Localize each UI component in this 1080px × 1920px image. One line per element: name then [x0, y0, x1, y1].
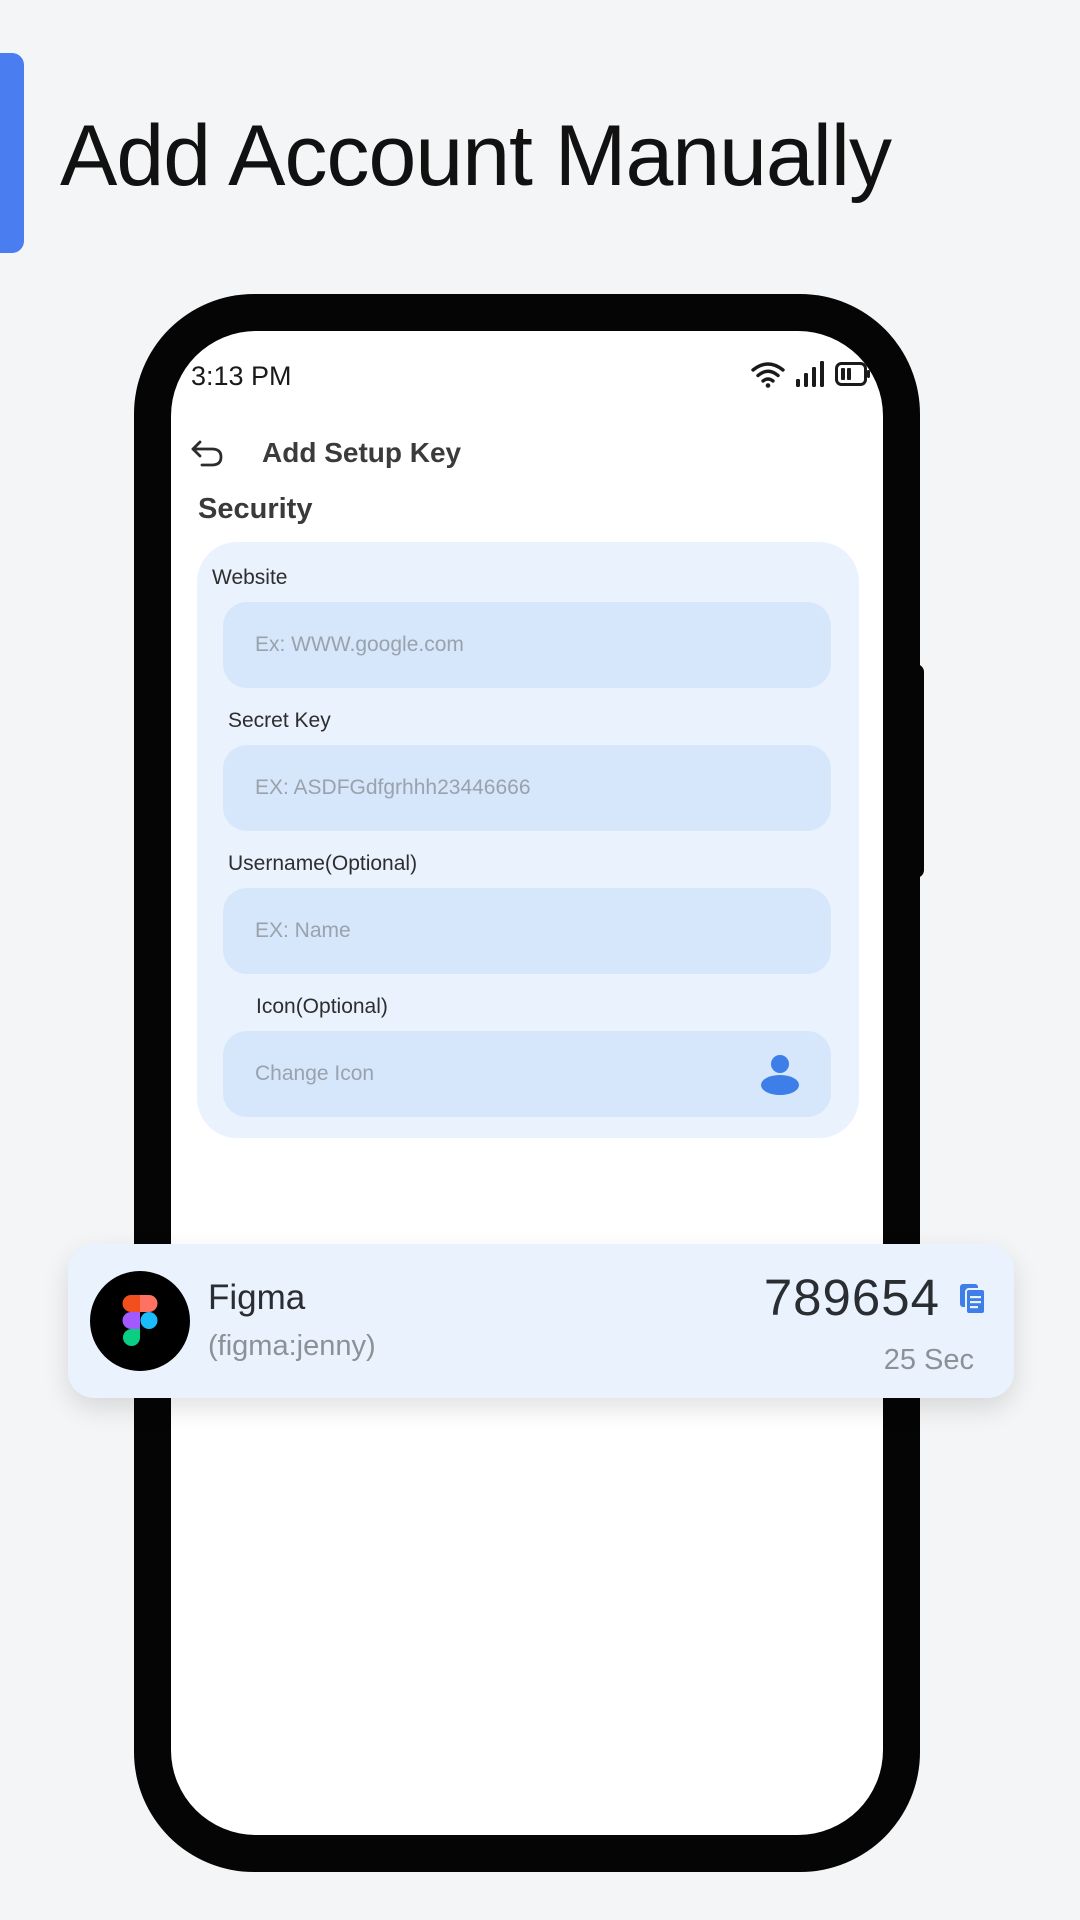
battery-icon — [835, 361, 871, 387]
app-header: Add Setup Key — [171, 423, 883, 493]
icon-label: Icon(Optional) — [256, 995, 388, 1018]
account-card[interactable]: Figma (figma:jenny) 789654 25 Sec — [68, 1244, 1014, 1398]
username-label: Username(Optional) — [228, 852, 418, 875]
user-icon[interactable] — [759, 1052, 801, 1096]
change-icon-field[interactable]: Change Icon — [223, 1031, 831, 1117]
otp-code: 789654 — [763, 1269, 940, 1326]
back-arrow-icon[interactable] — [187, 433, 227, 473]
section-title: Security — [198, 493, 313, 525]
website-label: Website — [212, 566, 288, 589]
website-placeholder: Ex: WWW.google.com — [255, 633, 464, 656]
status-bar: 3:13 PM — [171, 331, 883, 423]
account-username: (figma:jenny) — [208, 1330, 376, 1362]
change-icon-placeholder: Change Icon — [255, 1062, 375, 1085]
website-field[interactable]: Ex: WWW.google.com — [223, 602, 831, 688]
wifi-icon — [751, 360, 785, 388]
figma-logo-icon — [90, 1271, 190, 1371]
security-form-card: Website Ex: WWW.google.com Secret Key EX… — [197, 542, 859, 1138]
header-title: Add Setup Key — [262, 437, 462, 468]
status-icons — [751, 360, 871, 388]
page-headline: Add Account Manually — [60, 108, 892, 204]
secret-key-field[interactable]: EX: ASDFGdfgrhhh23446666 — [223, 745, 831, 831]
copy-icon[interactable] — [958, 1282, 988, 1316]
accent-tab — [0, 53, 24, 253]
phone-screen: 3:13 PM Add Setup Key Security Website E… — [171, 331, 883, 1835]
secret-key-placeholder: EX: ASDFGdfgrhhh23446666 — [255, 776, 531, 799]
otp-timer: 25 Sec — [883, 1344, 974, 1376]
phone-frame: 3:13 PM Add Setup Key Security Website E… — [134, 294, 920, 1872]
username-placeholder: EX: Name — [255, 919, 351, 942]
secret-key-label: Secret Key — [228, 709, 331, 732]
status-time: 3:13 PM — [191, 361, 292, 391]
username-field[interactable]: EX: Name — [223, 888, 831, 974]
account-name: Figma — [208, 1278, 306, 1317]
signal-icon — [795, 360, 825, 388]
